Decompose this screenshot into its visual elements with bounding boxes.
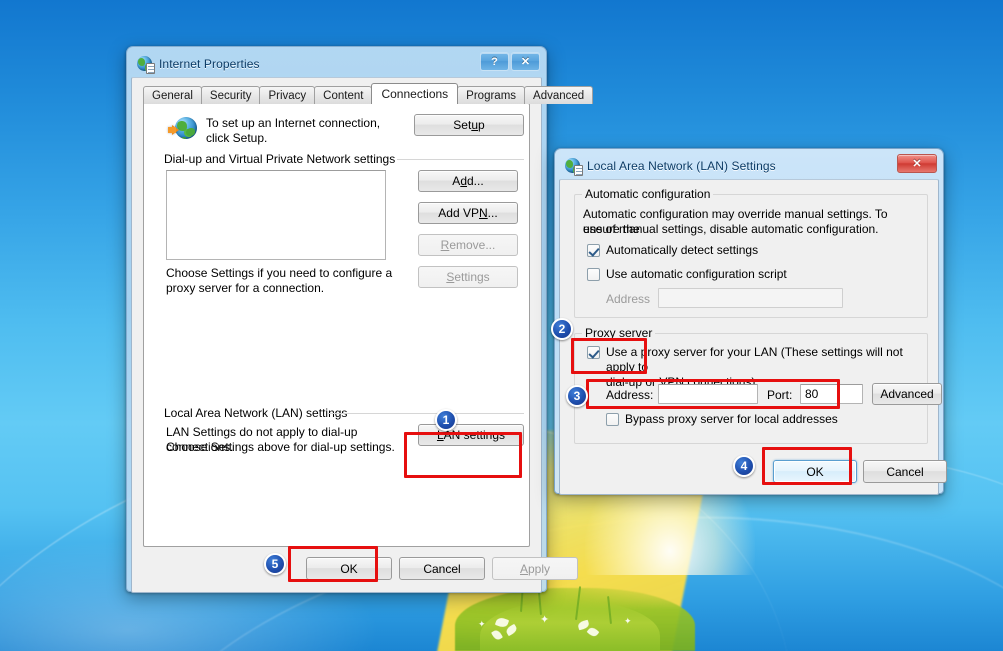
tab-advanced[interactable]: Advanced [524, 86, 594, 104]
advanced-button-label: Advanced [880, 387, 934, 401]
annotation-badge-1: 1 [435, 409, 457, 431]
ok-button-label: OK [806, 464, 824, 479]
use-proxy-label-line-1: Use a proxy server for your LAN (These s… [606, 345, 903, 374]
internet-properties-cancel-button[interactable]: Cancel [399, 557, 485, 580]
auto-config-address-input [658, 288, 843, 308]
checkbox-icon[interactable] [606, 413, 619, 426]
dialup-group-label: Dial-up and Virtual Private Network sett… [161, 152, 399, 166]
tab-label: Content [323, 89, 364, 102]
proxy-address-input[interactable] [658, 384, 758, 404]
annotation-badge-2: 2 [551, 318, 573, 340]
tab-general[interactable]: General [143, 86, 202, 104]
lan-settings-title: Local Area Network (LAN) Settings [587, 159, 776, 173]
tab-label: Security [209, 89, 252, 102]
tab-connections[interactable]: Connections [371, 83, 459, 104]
auto-config-address-label: Address [606, 292, 651, 306]
tab-label: Connections [381, 87, 449, 101]
tab-label: General [152, 89, 193, 102]
checkbox-icon[interactable] [587, 244, 600, 257]
add-vpn-button[interactable]: Add VPN... [418, 202, 518, 224]
lan-settings-cancel-button[interactable]: Cancel [863, 460, 947, 483]
globe-document-icon [137, 56, 155, 74]
lan-note-line-2: Choose Settings above for dial-up settin… [166, 440, 395, 454]
cancel-button-label: Cancel [423, 561, 461, 576]
advanced-button[interactable]: Advanced [872, 383, 942, 405]
internet-properties-title: Internet Properties [159, 57, 260, 71]
add-button-label: Add... [452, 174, 484, 188]
bypass-proxy-checkbox[interactable]: Bypass proxy server for local addresses [606, 412, 906, 427]
proxy-port-input[interactable]: 80 [800, 384, 863, 404]
connections-tab-panel: To set up an Internet connection, click … [143, 103, 530, 547]
sparkle-icon: ✦ [478, 619, 486, 629]
lan-settings-ok-button[interactable]: OK [773, 460, 857, 483]
lan-settings-titlebar[interactable]: Local Area Network (LAN) Settings ✕ [559, 153, 939, 179]
tab-privacy[interactable]: Privacy [259, 86, 316, 104]
remove-button: Remove... [418, 234, 518, 256]
internet-properties-client: General Security Privacy Content Connect… [131, 77, 594, 593]
globe-document-icon [565, 158, 583, 176]
annotation-badge-3: 3 [566, 385, 588, 407]
internet-properties-titlebar-buttons[interactable]: ? ✕ [480, 52, 540, 71]
setup-button-label: Setup [453, 118, 485, 132]
annotation-badge-4: 4 [733, 455, 755, 477]
tab-security[interactable]: Security [200, 86, 261, 104]
close-icon[interactable]: ✕ [511, 52, 540, 71]
lan-settings-titlebar-buttons[interactable]: ✕ [897, 154, 937, 173]
proxy-port-label: Port: [767, 388, 793, 402]
automatic-configuration-label: Automatic configuration [582, 187, 714, 201]
lan-settings-window[interactable]: Local Area Network (LAN) Settings ✕ Auto… [554, 148, 947, 495]
internet-properties-ok-button[interactable]: OK [306, 557, 392, 580]
sparkle-icon: ✦ [624, 616, 632, 626]
lan-settings-client: Automatic configuration Automatic config… [559, 179, 947, 495]
checkbox-icon[interactable] [587, 346, 600, 359]
add-vpn-button-label: Add VPN... [438, 206, 498, 220]
checkbox-icon[interactable] [587, 268, 600, 281]
proxy-address-label: Address: [606, 388, 654, 402]
tab-label: Privacy [268, 89, 307, 102]
internet-properties-window[interactable]: Internet Properties ? ✕ General Security… [126, 46, 594, 593]
lan-settings-button[interactable]: LAN settings [418, 424, 524, 446]
automatically-detect-settings-checkbox[interactable]: Automatically detect settings [587, 243, 907, 258]
lan-group-divider [328, 413, 524, 414]
choose-settings-note: Choose Settings if you need to configure… [166, 266, 393, 295]
use-automatic-configuration-script-checkbox[interactable]: Use automatic configuration script [587, 267, 907, 282]
dialup-group-divider [397, 159, 524, 160]
ok-button-label: OK [340, 561, 358, 576]
tab-content[interactable]: Content [314, 86, 373, 104]
proxy-port-value: 80 [805, 387, 819, 401]
internet-properties-tabstrip[interactable]: General Security Privacy Content Connect… [143, 83, 594, 104]
tab-programs[interactable]: Programs [457, 86, 526, 104]
internet-connection-globe-icon [168, 117, 197, 141]
internet-properties-titlebar[interactable]: Internet Properties ? ✕ [131, 51, 542, 77]
setup-button[interactable]: Setup [414, 114, 524, 136]
help-button[interactable]: ? [480, 52, 509, 71]
remove-button-label: Remove... [440, 238, 496, 252]
cancel-button-label: Cancel [886, 464, 924, 479]
sparkle-icon: ✦ [540, 614, 550, 626]
auto-config-description-line-2: use of manual settings, disable automati… [583, 222, 879, 236]
settings-button: Settings [418, 266, 518, 288]
checkbox-label: Use automatic configuration script [606, 267, 787, 281]
dialup-connections-list[interactable] [166, 170, 386, 260]
apply-button-label: Apply [519, 561, 551, 576]
close-icon[interactable]: ✕ [897, 154, 937, 173]
annotation-badge-5: 5 [264, 553, 286, 575]
tab-label: Advanced [533, 89, 585, 102]
proxy-server-label: Proxy server [582, 326, 656, 340]
checkbox-label: Automatically detect settings [606, 243, 759, 257]
internet-properties-apply-button: Apply [492, 557, 578, 580]
setup-description: To set up an Internet connection, click … [206, 116, 381, 145]
lan-group-label: Local Area Network (LAN) settings [161, 406, 351, 420]
checkbox-label: Bypass proxy server for local addresses [625, 412, 838, 426]
settings-button-label: Settings [446, 270, 490, 284]
tab-label: Programs [466, 89, 517, 102]
add-button[interactable]: Add... [418, 170, 518, 192]
